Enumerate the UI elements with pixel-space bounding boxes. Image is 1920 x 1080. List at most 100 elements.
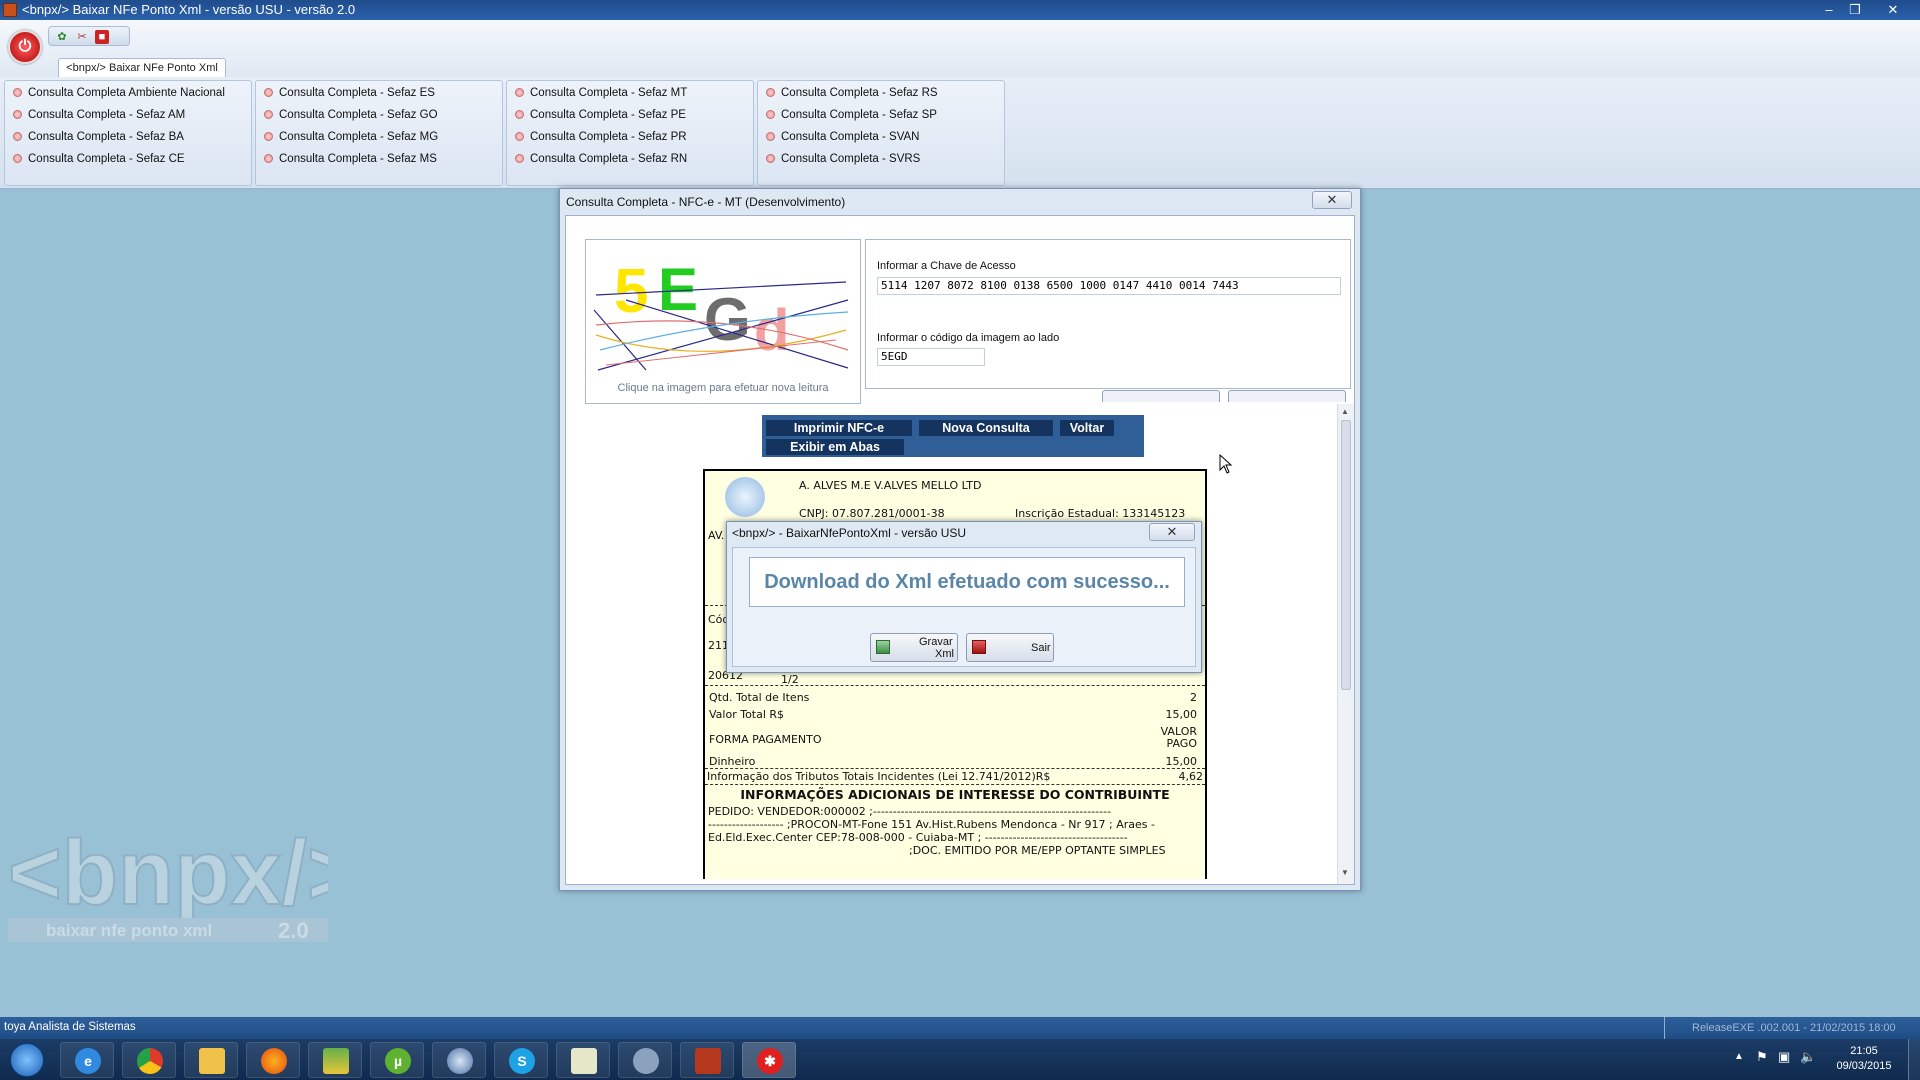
ribbon-item[interactable]: Consulta Completa - Sefaz ES <box>264 83 435 103</box>
taskbar-network-tool[interactable] <box>618 1042 672 1078</box>
ribbon-item[interactable]: Consulta Completa - Sefaz RS <box>766 83 938 103</box>
window-title: <bnpx/> Baixar NFe Ponto Xml - versão US… <box>22 2 356 17</box>
ribbon-item[interactable]: Consulta Completa - Sefaz AM <box>13 105 185 125</box>
ribbon-item[interactable]: Consulta Completa - Sefaz SP <box>766 105 937 125</box>
receipt-qtd-label: Qtd. Total de Itens <box>709 691 810 704</box>
scroll-down-icon[interactable]: ▼ <box>1341 868 1349 877</box>
captcha-char-1: 5 <box>614 257 648 326</box>
taskbar-clock[interactable]: 21:05 09/03/2015 <box>1834 1044 1894 1074</box>
taskbar-stack-app[interactable] <box>308 1042 362 1078</box>
scroll-thumb[interactable] <box>1341 420 1351 690</box>
bullet-icon <box>515 88 524 97</box>
taskbar-skype[interactable]: S <box>494 1042 548 1078</box>
ribbon-item[interactable]: Consulta Completa - Sefaz MS <box>264 149 437 169</box>
show-desktop-button[interactable] <box>1908 1039 1920 1080</box>
quick-access-toolbar: ✿ ✂ ■ <box>48 26 130 46</box>
ribbon-item[interactable]: Consulta Completa - Sefaz MG <box>264 127 438 147</box>
internet-explorer-icon: e <box>75 1048 101 1074</box>
new-query-button[interactable]: Nova Consulta <box>919 420 1053 436</box>
hidden-buttons-row <box>1102 390 1352 402</box>
save-icon <box>876 640 890 654</box>
receipt-info-title: INFORMAÇÕES ADICIONAIS DE INTERESSE DO C… <box>740 787 1170 802</box>
ribbon-group-4: Consulta Completa - Sefaz RS Consulta Co… <box>757 80 1005 186</box>
taskbar-firefox[interactable] <box>246 1042 300 1078</box>
stop-icon[interactable]: ■ <box>95 30 109 44</box>
taskbar-explorer[interactable] <box>184 1042 238 1078</box>
result-scrollbar[interactable]: ▲ ▼ <box>1337 404 1354 884</box>
tray-volume-icon[interactable]: 🔈 <box>1800 1049 1816 1065</box>
taskbar-utorrent[interactable]: µ <box>370 1042 424 1078</box>
save-label-line1: Gravar <box>919 636 953 648</box>
captcha-graphic: 5 E G d <box>593 256 849 371</box>
captcha-image[interactable]: 5 E G d Clique na imagem para efetuar no… <box>585 239 861 404</box>
maximize-button[interactable]: ❐ <box>1842 1 1868 18</box>
receipt-company: A. ALVES M.E V.ALVES MELLO LTD <box>799 479 982 492</box>
ribbon-item[interactable]: Consulta Completa - Sefaz GO <box>264 105 438 125</box>
clear-button-partial[interactable] <box>1228 390 1346 402</box>
firefox-icon <box>261 1048 287 1074</box>
tray-flag-icon[interactable]: ⚑ <box>1756 1049 1768 1065</box>
success-message-text: Download do Xml efetuado com sucesso... <box>749 557 1185 607</box>
utorrent-icon: µ <box>385 1048 411 1074</box>
taskbar-chrome[interactable] <box>122 1042 176 1078</box>
tray-expand-icon[interactable]: ▲ <box>1734 1051 1744 1062</box>
taskbar-filezilla[interactable] <box>680 1042 734 1078</box>
ribbon-item[interactable]: Consulta Completa - Sefaz MT <box>515 83 687 103</box>
message-close-icon[interactable]: ✕ <box>1149 523 1195 541</box>
tools-icon[interactable]: ✂ <box>75 30 89 44</box>
receipt-cash-value: 15,00 <box>1165 755 1198 768</box>
app-toolbar <box>0 20 1920 78</box>
refresh-icon[interactable]: ✿ <box>55 30 69 44</box>
consult-button-partial[interactable] <box>1102 390 1220 402</box>
scroll-up-icon[interactable]: ▲ <box>1341 407 1349 416</box>
ribbon-item[interactable]: Consulta Completa - Sefaz PE <box>515 105 686 125</box>
dialog-close-icon[interactable]: ✕ <box>1312 191 1352 209</box>
red-splash-app-icon: ✱ <box>757 1048 783 1074</box>
ribbon-item[interactable]: Consulta Completa - Sefaz PR <box>515 127 687 147</box>
exit-button[interactable]: Sair <box>966 633 1054 662</box>
bullet-icon <box>766 154 775 163</box>
start-button[interactable] <box>2 1040 52 1079</box>
ribbon-item[interactable]: Consulta Completa - SVRS <box>766 149 920 169</box>
access-key-panel: Informar a Chave de Acesso 5114 1207 807… <box>865 239 1351 389</box>
bullet-icon <box>264 154 273 163</box>
minimize-button[interactable]: ‒ <box>1816 1 1842 18</box>
ribbon-item[interactable]: Consulta Completa - Sefaz RN <box>515 149 687 169</box>
captcha-code-input[interactable]: 5EGD <box>877 348 985 366</box>
ribbon-item[interactable]: Consulta Completa - Sefaz BA <box>13 127 184 147</box>
ribbon-item[interactable]: Consulta Completa - SVAN <box>766 127 919 147</box>
close-button[interactable]: ✕ <box>1880 1 1906 18</box>
print-nfce-button[interactable]: Imprimir NFC-e <box>766 420 912 436</box>
save-xml-button[interactable]: Gravar Xml <box>870 633 958 662</box>
dialog-title: Consulta Completa - NFC-e - MT (Desenvol… <box>566 195 846 209</box>
show-tabs-button[interactable]: Exibir em Abas <box>766 439 904 455</box>
taskbar-active-app[interactable]: ✱ <box>742 1042 796 1078</box>
power-icon[interactable]: ⏻ <box>8 30 42 64</box>
filezilla-icon <box>695 1048 721 1074</box>
clock-date: 09/03/2015 <box>1836 1060 1892 1072</box>
taskbar: e µ S ✱ ▲ ⚑ ▣ 🔈 <box>0 1039 1920 1080</box>
chrome-icon <box>137 1048 163 1074</box>
access-key-input[interactable]: 5114 1207 8072 8100 0138 6500 1000 0147 … <box>877 277 1341 295</box>
bullet-icon <box>515 132 524 141</box>
status-release: ReleaseEXE .002.001 - 21/02/2015 18:00 <box>1692 1022 1896 1034</box>
skype-icon: S <box>509 1048 535 1074</box>
taskbar-notepad[interactable] <box>556 1042 610 1078</box>
thunderbird-icon <box>447 1048 473 1074</box>
logo-version: 2.0 <box>278 918 309 943</box>
status-user: toya Analista de Sistemas <box>4 1021 136 1033</box>
bullet-icon <box>766 132 775 141</box>
tab-main[interactable]: <bnpx/> Baixar NFe Ponto Xml <box>58 58 226 77</box>
bullet-icon <box>264 132 273 141</box>
ribbon-item[interactable]: Consulta Completa - Sefaz CE <box>13 149 185 169</box>
back-button[interactable]: Voltar <box>1060 420 1114 436</box>
exit-icon <box>972 640 986 654</box>
start-orb-icon <box>10 1043 44 1077</box>
bullet-icon <box>264 88 273 97</box>
file-explorer-icon <box>199 1048 225 1074</box>
ribbon-item[interactable]: Consulta Completa Ambiente Nacional <box>13 83 225 103</box>
receipt-tributos-value: 4,62 <box>1178 770 1204 783</box>
taskbar-ie[interactable]: e <box>60 1042 114 1078</box>
tray-network-icon[interactable]: ▣ <box>1778 1049 1790 1065</box>
taskbar-thunderbird[interactable] <box>432 1042 486 1078</box>
